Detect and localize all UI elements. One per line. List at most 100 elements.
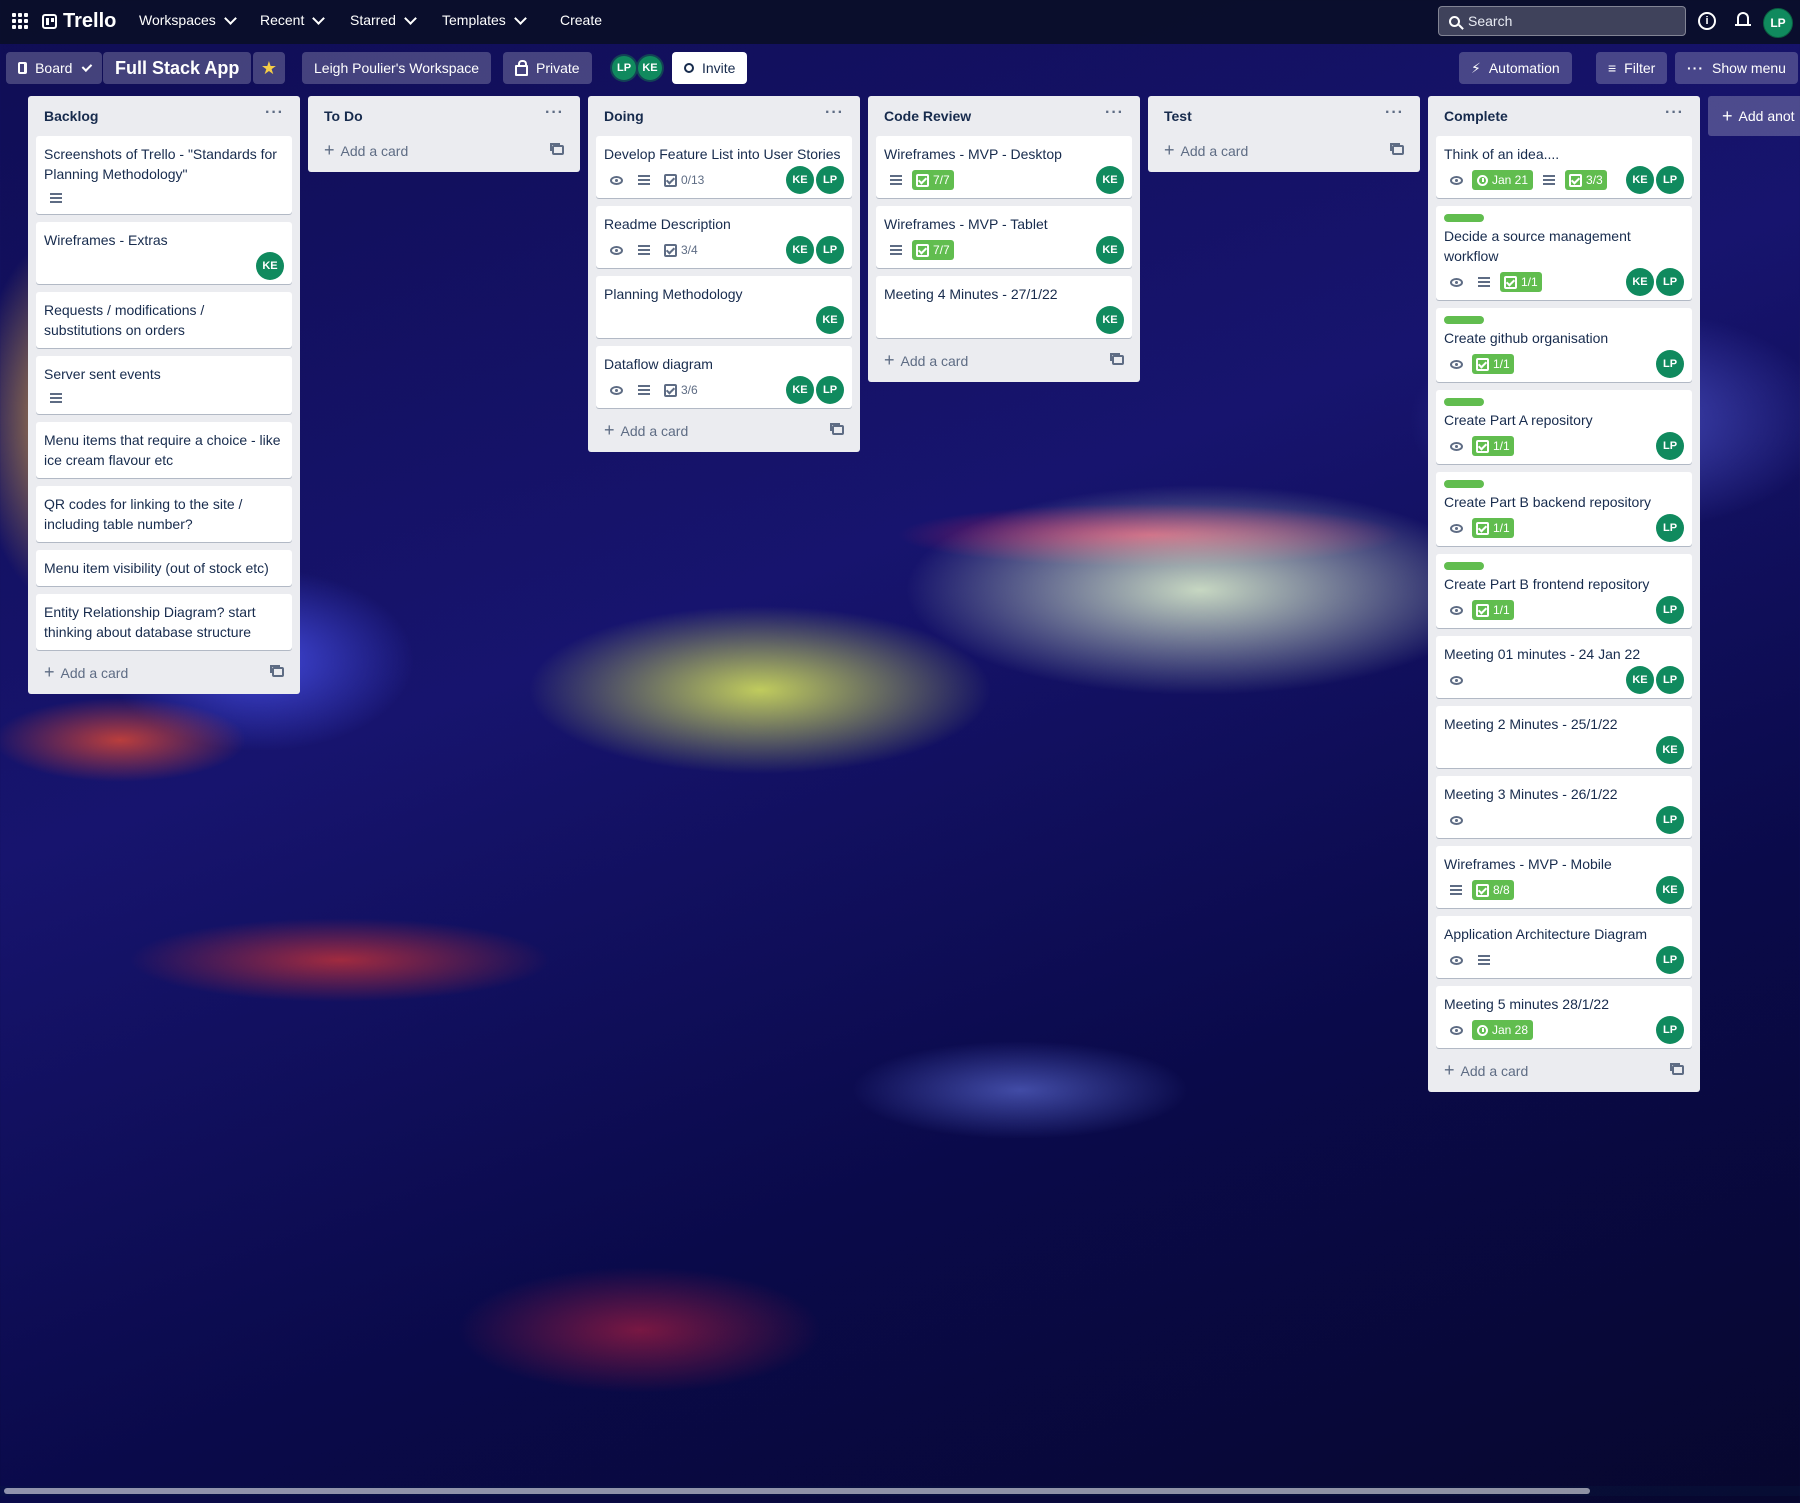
member-avatar[interactable]: KE (786, 166, 814, 194)
scrollbar-thumb[interactable] (4, 1488, 1590, 1494)
add-card-button[interactable]: + Add a card (876, 346, 1132, 374)
nav-workspaces[interactable]: Workspaces (139, 11, 237, 28)
card[interactable]: Application Architecture Diagram LP (1436, 916, 1692, 978)
create-from-template-icon[interactable] (1670, 1063, 1684, 1075)
member-avatar[interactable]: KE (1626, 166, 1654, 194)
board-view-switcher[interactable]: Board (6, 52, 102, 84)
card-label-green[interactable] (1444, 562, 1484, 570)
card[interactable]: Requests / modifications / substitutions… (36, 292, 292, 348)
member-avatar[interactable]: LP (1656, 350, 1684, 378)
nav-starred[interactable]: Starred (350, 11, 417, 28)
member-avatar[interactable]: LP (610, 54, 638, 82)
member-avatar[interactable]: KE (786, 376, 814, 404)
add-list-button[interactable]: + Add anot (1708, 96, 1800, 136)
member-avatar[interactable]: LP (816, 376, 844, 404)
list-header[interactable]: To Do ··· (316, 96, 572, 136)
list-actions-icon[interactable]: ··· (825, 104, 844, 122)
search-input[interactable]: Search (1438, 6, 1686, 36)
show-menu-button[interactable]: ··· Show menu (1675, 52, 1798, 84)
card[interactable]: Meeting 2 Minutes - 25/1/22 KE (1436, 706, 1692, 768)
card[interactable]: Create Part B backend repository 1/1 LP (1436, 472, 1692, 546)
member-avatar[interactable]: LP (1656, 166, 1684, 194)
member-avatar[interactable]: LP (1656, 666, 1684, 694)
card-label-green[interactable] (1444, 214, 1484, 222)
nav-templates[interactable]: Templates (442, 11, 527, 28)
create-from-template-icon[interactable] (1110, 353, 1124, 365)
card[interactable]: Meeting 4 Minutes - 27/1/22 KE (876, 276, 1132, 338)
member-avatar[interactable]: LP (1656, 946, 1684, 974)
card[interactable]: Create Part B frontend repository 1/1 LP (1436, 554, 1692, 628)
add-card-button[interactable]: + Add a card (596, 416, 852, 444)
create-from-template-icon[interactable] (550, 143, 564, 155)
member-avatar[interactable]: KE (256, 252, 284, 280)
star-board-button[interactable]: ★ (253, 52, 285, 84)
member-avatar[interactable]: KE (1096, 236, 1124, 264)
due-date-badge[interactable]: Jan 21 (1472, 170, 1534, 190)
card[interactable]: Readme Description 3/4 KE LP (596, 206, 852, 268)
member-avatar[interactable]: KE (636, 54, 664, 82)
add-card-button[interactable]: + Add a card (36, 658, 292, 686)
member-avatar[interactable]: LP (816, 166, 844, 194)
add-card-button[interactable]: + Add a card (316, 136, 572, 164)
member-avatar[interactable]: KE (1656, 876, 1684, 904)
member-avatar[interactable]: KE (816, 306, 844, 334)
info-icon[interactable]: i (1698, 12, 1716, 30)
list-title[interactable]: Doing (604, 108, 644, 124)
card[interactable]: Create Part A repository 1/1 LP (1436, 390, 1692, 464)
workspace-button[interactable]: Leigh Poulier's Workspace (302, 52, 492, 84)
card[interactable]: Think of an idea.... Jan 21 3/3 KE LP (1436, 136, 1692, 198)
account-avatar[interactable]: LP (1763, 8, 1793, 38)
member-avatar[interactable]: KE (1096, 306, 1124, 334)
card[interactable]: Planning Methodology KE (596, 276, 852, 338)
list-title[interactable]: To Do (324, 108, 363, 124)
card[interactable]: Server sent events (36, 356, 292, 414)
create-from-template-icon[interactable] (1390, 143, 1404, 155)
member-avatar[interactable]: LP (1656, 514, 1684, 542)
due-date-badge[interactable]: Jan 28 (1472, 1020, 1534, 1040)
automation-button[interactable]: ⚡ Automation (1459, 52, 1572, 84)
member-avatar[interactable]: KE (786, 236, 814, 264)
member-avatar[interactable]: LP (1656, 596, 1684, 624)
add-card-button[interactable]: + Add a card (1436, 1056, 1692, 1084)
card[interactable]: Menu item visibility (out of stock etc) (36, 550, 292, 586)
card-label-green[interactable] (1444, 480, 1484, 488)
list-actions-icon[interactable]: ··· (1665, 104, 1684, 122)
list-header[interactable]: Test ··· (1156, 96, 1412, 136)
card-label-green[interactable] (1444, 398, 1484, 406)
create-button[interactable]: Create (560, 12, 602, 28)
board-title[interactable]: Full Stack App (103, 52, 252, 84)
horizontal-scrollbar[interactable] (0, 1486, 1800, 1496)
card[interactable]: Create github organisation 1/1 LP (1436, 308, 1692, 382)
member-avatar[interactable]: KE (1096, 166, 1124, 194)
member-avatar[interactable]: KE (1626, 666, 1654, 694)
member-avatar[interactable]: LP (1656, 806, 1684, 834)
card[interactable]: Entity Relationship Diagram? start think… (36, 594, 292, 650)
list-header[interactable]: Code Review ··· (876, 96, 1132, 136)
invite-button[interactable]: Invite (672, 52, 748, 84)
app-switcher-icon[interactable] (12, 13, 28, 29)
card-label-green[interactable] (1444, 316, 1484, 324)
card[interactable]: Wireframes - Extras KE (36, 222, 292, 284)
member-avatar[interactable]: KE (1626, 268, 1654, 296)
list-actions-icon[interactable]: ··· (545, 104, 564, 122)
filter-button[interactable]: ≡ Filter (1596, 52, 1668, 84)
card[interactable]: Dataflow diagram 3/6 KE LP (596, 346, 852, 408)
card[interactable]: Wireframes - MVP - Tablet 7/7 KE (876, 206, 1132, 268)
member-avatar[interactable]: LP (816, 236, 844, 264)
member-avatar[interactable]: LP (1656, 1016, 1684, 1044)
card[interactable]: Meeting 01 minutes - 24 Jan 22 KE LP (1436, 636, 1692, 698)
card[interactable]: Screenshots of Trello - "Standards for P… (36, 136, 292, 214)
list-header[interactable]: Backlog ··· (36, 96, 292, 136)
card[interactable]: Meeting 5 minutes 28/1/22 Jan 28 LP (1436, 986, 1692, 1048)
list-actions-icon[interactable]: ··· (1385, 104, 1404, 122)
visibility-button[interactable]: Private (503, 52, 592, 84)
card[interactable]: Decide a source management workflow 1/1 KE… (1436, 206, 1692, 300)
list-header[interactable]: Doing ··· (596, 96, 852, 136)
member-avatar[interactable]: LP (1656, 432, 1684, 460)
card[interactable]: Menu items that require a choice - like … (36, 422, 292, 478)
create-from-template-icon[interactable] (270, 665, 284, 677)
list-actions-icon[interactable]: ··· (265, 104, 284, 122)
member-avatar[interactable]: LP (1656, 268, 1684, 296)
card[interactable]: QR codes for linking to the site / inclu… (36, 486, 292, 542)
member-avatar[interactable]: KE (1656, 736, 1684, 764)
